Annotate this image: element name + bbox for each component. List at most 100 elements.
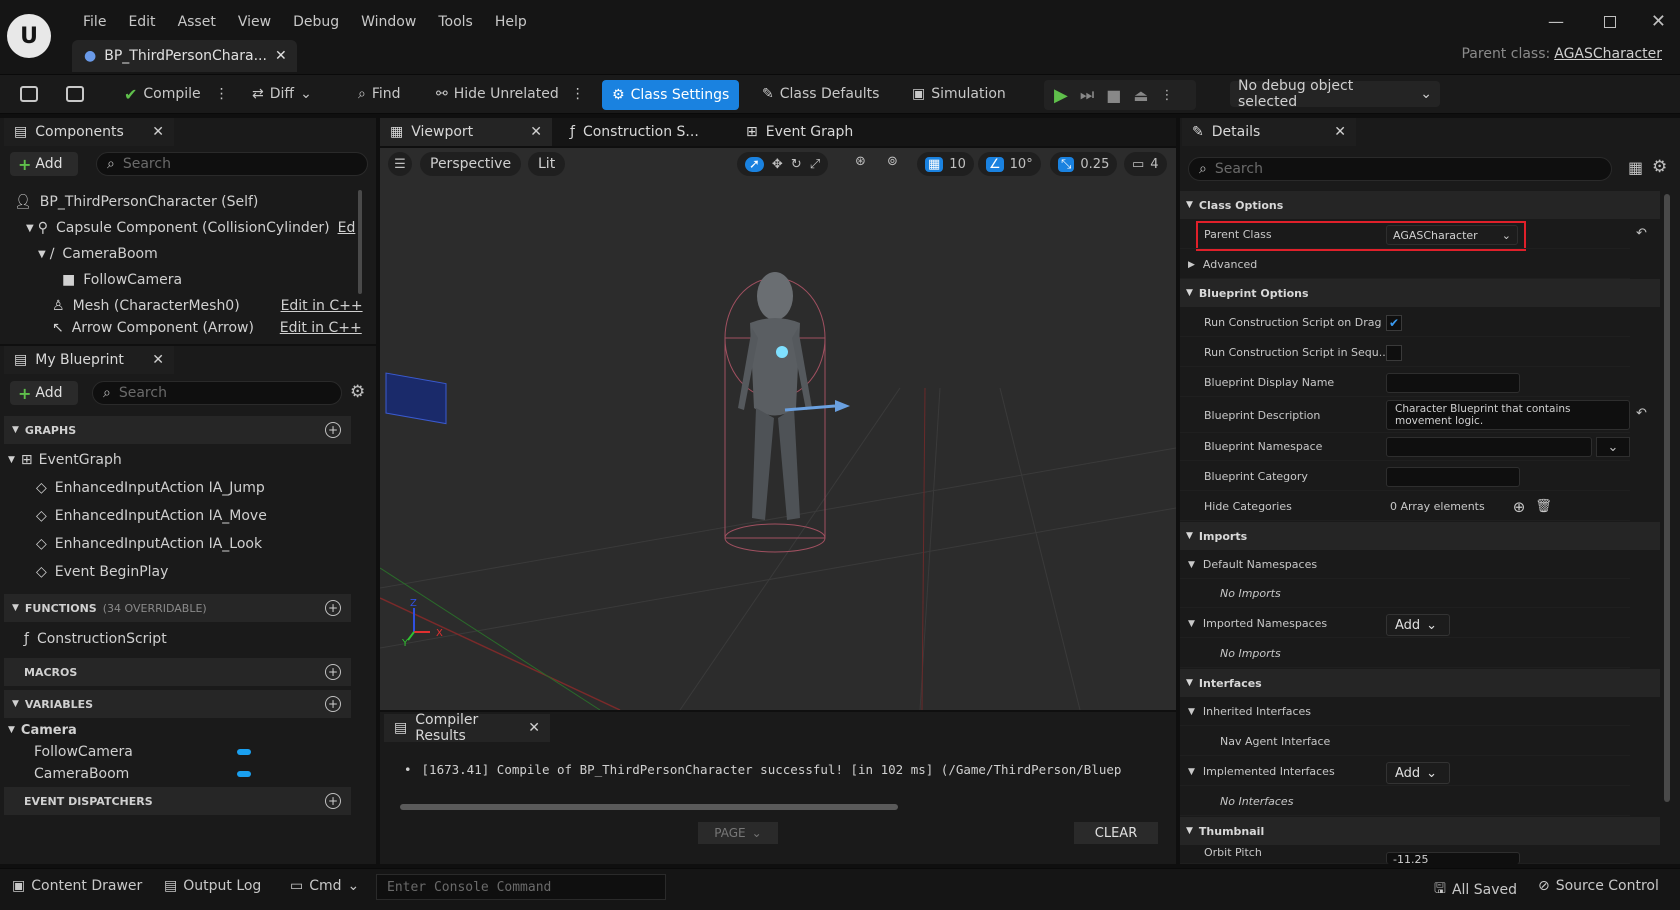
page-dropdown[interactable]: PAGE ⌄ [698, 822, 778, 844]
component-item-mesh[interactable]: ♙ Mesh (CharacterMesh0) Edit in C++ [52, 294, 363, 318]
scale-icon[interactable]: ⤢ [810, 157, 820, 172]
component-item-followcamera[interactable]: ■ FollowCamera [62, 268, 182, 292]
tab-event-graph[interactable]: ⊞ Event Graph [736, 118, 876, 146]
unreal-logo-icon[interactable]: U [7, 14, 51, 58]
clear-button[interactable]: CLEAR [1074, 822, 1158, 844]
variable-category-camera[interactable]: ▼ Camera [8, 718, 77, 742]
menu-tools[interactable]: Tools [427, 11, 484, 33]
menu-view[interactable]: View [227, 11, 282, 33]
window-close-icon[interactable]: ✕ [1651, 11, 1666, 32]
advanced-row[interactable]: ▶ Advanced [1180, 251, 1630, 279]
hide-unrelated-button[interactable]: ⚯ Hide Unrelated ⋮ [430, 80, 591, 108]
menu-edit[interactable]: Edit [117, 11, 166, 33]
surface-snap-icon[interactable]: ⊚ [887, 154, 898, 169]
component-item-arrow[interactable]: ↖ Arrow Component (Arrow) Edit in C++ [52, 320, 362, 336]
add-namespace-button[interactable]: Add ⌄ [1386, 614, 1450, 636]
orbit-pitch-input[interactable]: -11.25 [1386, 852, 1520, 864]
component-item-capsule[interactable]: ▼ ⚲ Capsule Component (CollisionCylinder… [26, 216, 355, 240]
macros-category[interactable]: MACROS + [4, 658, 351, 686]
character-mesh[interactable] [724, 272, 826, 553]
details-scrollbar[interactable] [1664, 194, 1670, 802]
add-function-icon[interactable]: + [325, 600, 341, 616]
functions-category[interactable]: ▼ FUNCTIONS (34 OVERRIDABLE) + [4, 594, 351, 622]
document-tab[interactable]: ● BP_ThirdPersonChara... ✕ [72, 40, 297, 72]
more-icon[interactable]: ⋮ [571, 86, 585, 102]
run-in-sequence-checkbox[interactable] [1386, 345, 1402, 361]
interfaces-category[interactable]: ▼ Interfaces [1180, 669, 1660, 697]
all-saved-button[interactable]: 🖫︎ All Saved [1434, 878, 1517, 902]
add-element-icon[interactable]: ⊕ [1513, 498, 1526, 516]
default-namespaces-row[interactable]: ▼ Default Namespaces [1180, 551, 1630, 579]
edit-in-cpp-link[interactable]: Edit in C++ [280, 320, 362, 336]
imports-category[interactable]: ▼ Imports [1180, 522, 1660, 550]
eject-icon[interactable]: ⏏ [1133, 86, 1148, 105]
tab-components[interactable]: ▤ Components ✕ [4, 118, 174, 146]
details-search-input[interactable]: ⌕ Search [1188, 157, 1612, 181]
compiler-scrollbar[interactable] [400, 804, 898, 810]
variable-item-cameraboom[interactable]: CameraBoom [34, 762, 129, 786]
parent-class-dropdown[interactable]: AGASCharacter ⌄ [1386, 225, 1518, 245]
select-icon[interactable]: ➚ [745, 156, 764, 172]
class-settings-button[interactable]: ⚙ Class Settings [602, 80, 740, 110]
compile-button[interactable]: ✔ Compile ⋮ [118, 80, 235, 108]
components-search-input[interactable]: ⌕ Search [96, 152, 368, 176]
menu-window[interactable]: Window [350, 11, 427, 33]
cmd-dropdown[interactable]: ▭ Cmd ⌄ [290, 878, 359, 894]
menu-help[interactable]: Help [484, 11, 538, 33]
add-component-button[interactable]: + Add [10, 152, 78, 176]
tab-compiler-results[interactable]: ▤ Compiler Results ✕ [384, 712, 550, 744]
add-graph-icon[interactable]: + [325, 422, 341, 438]
tab-viewport[interactable]: ▦ Viewport ✕ [380, 118, 552, 146]
save-button[interactable] [14, 80, 44, 108]
tab-my-blueprint[interactable]: ▤ My Blueprint ✕ [4, 346, 174, 374]
menu-file[interactable]: File [72, 11, 117, 33]
class-options-category[interactable]: ▼ Class Options [1180, 191, 1660, 219]
content-drawer-button[interactable]: ▣ Content Drawer [12, 878, 142, 894]
minimize-icon[interactable]: — [1548, 12, 1564, 31]
menu-asset[interactable]: Asset [167, 11, 227, 33]
add-dispatcher-icon[interactable]: + [325, 793, 341, 809]
namespace-picker-button[interactable]: ⌄ [1596, 437, 1630, 457]
step-icon[interactable]: ⏭ [1080, 85, 1094, 105]
event-item-beginplay[interactable]: ◇ Event BeginPlay [36, 560, 168, 584]
tab-details[interactable]: ✎ Details ✕ [1182, 118, 1356, 146]
my-blueprint-search-input[interactable]: ⌕ Search [92, 381, 342, 405]
edit-in-cpp-link[interactable]: Ed [338, 220, 356, 236]
variables-category[interactable]: ▼ VARIABLES + [4, 690, 351, 718]
thumbnail-category[interactable]: ▼ Thumbnail [1180, 817, 1660, 845]
lit-button[interactable]: Lit [528, 152, 566, 176]
more-icon[interactable]: ⋮ [215, 86, 229, 102]
add-macro-icon[interactable]: + [325, 664, 341, 680]
close-icon[interactable]: ✕ [528, 720, 540, 736]
add-member-button[interactable]: + Add [10, 381, 78, 405]
parent-class-link[interactable]: AGASCharacter [1554, 46, 1662, 62]
category-input[interactable] [1386, 467, 1520, 487]
debug-object-select[interactable]: No debug object selected ⌄ [1230, 78, 1440, 110]
find-button[interactable]: ⌕ Find [352, 80, 407, 108]
close-icon[interactable]: ✕ [152, 352, 164, 368]
description-input[interactable]: Character Blueprint that contains moveme… [1386, 400, 1630, 430]
event-item-move[interactable]: ◇ EnhancedInputAction IA_Move [36, 504, 267, 528]
close-icon[interactable]: ✕ [275, 48, 287, 64]
output-log-button[interactable]: ▤ Output Log [164, 878, 261, 894]
add-variable-icon[interactable]: + [325, 696, 341, 712]
translate-icon[interactable]: ✥ [772, 157, 783, 172]
event-graph-item[interactable]: ▼ ⊞ EventGraph [8, 448, 122, 472]
namespace-input[interactable] [1386, 437, 1592, 457]
display-name-input[interactable] [1386, 373, 1520, 393]
event-item-look[interactable]: ◇ EnhancedInputAction IA_Look [36, 532, 262, 556]
rotation-snap-button[interactable]: ∠ 10° [978, 152, 1041, 176]
viewport[interactable]: X Y Z [380, 148, 1176, 710]
component-item-self[interactable]: 👤︎ BP_ThirdPersonCharacter (Self) [14, 190, 258, 214]
variable-item-followcamera[interactable]: FollowCamera [34, 740, 133, 764]
restore-icon[interactable] [1604, 16, 1616, 28]
reset-icon[interactable]: ↶ [1636, 226, 1647, 241]
close-icon[interactable]: ✕ [1334, 124, 1346, 140]
browse-button[interactable] [60, 80, 90, 108]
add-interface-button[interactable]: Add ⌄ [1386, 762, 1450, 784]
console-command-input[interactable]: Enter Console Command [376, 874, 666, 900]
close-icon[interactable]: ✕ [530, 124, 542, 140]
run-on-drag-checkbox[interactable]: ✔ [1386, 315, 1402, 331]
close-icon[interactable]: ✕ [152, 124, 164, 140]
stop-icon[interactable]: ■ [1106, 86, 1121, 105]
